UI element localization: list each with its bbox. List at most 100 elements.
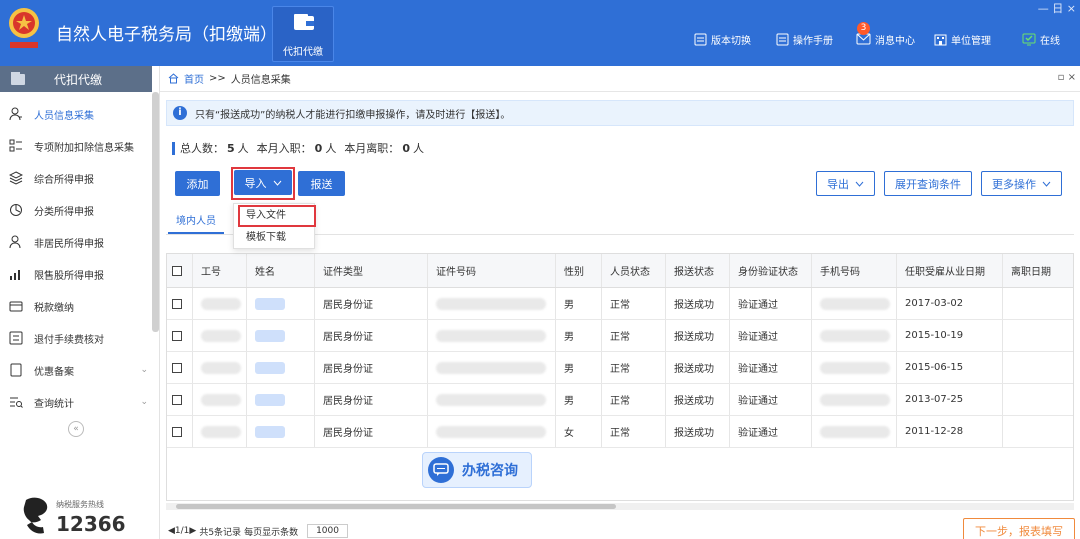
app-title: 自然人电子税务局（扣缴端） (56, 25, 277, 45)
sidebar-item-fee-refund[interactable]: 退付手续费核对 (0, 322, 152, 354)
sidebar-item-label: 专项附加扣除信息采集 (34, 142, 134, 154)
id-type-cell: 居民身份证 (315, 352, 428, 383)
personnel-table: 工号 姓名 证件类型 证件号码 性别 人员状态 报送状态 身份验证状态 手机号码… (166, 253, 1074, 501)
sidebar-item-label: 非居民所得申报 (34, 238, 104, 250)
toolbar-manual-label: 操作手册 (793, 35, 833, 47)
more-actions-button[interactable]: 更多操作 (981, 171, 1062, 196)
leave-date-cell (1003, 288, 1073, 319)
stats-accent-bar (172, 141, 175, 155)
row-checkbox[interactable] (172, 426, 182, 437)
column-header[interactable]: 身份验证状态 (730, 254, 812, 287)
person-status-cell: 正常 (602, 384, 666, 415)
breadcrumb-current: 人员信息采集 (230, 75, 291, 86)
redacted-employee-id (201, 329, 241, 342)
table-row[interactable]: 居民身份证 男 正常 报送成功 验证通过 2015-06-15 (167, 352, 1073, 384)
table-row[interactable]: 居民身份证 男 正常 报送成功 验证通过 2013-07-25 (167, 384, 1073, 416)
row-checkbox[interactable] (172, 362, 182, 373)
toolbar-online-status[interactable]: 在线 (1022, 31, 1060, 47)
redacted-employee-id (201, 393, 241, 406)
query-icon (10, 397, 23, 408)
row-select-cell (167, 416, 193, 447)
table-row[interactable]: 居民身份证 男 正常 报送成功 验证通过 2017-03-02 (167, 288, 1073, 320)
sidebar-item-comprehensive-income[interactable]: 综合所得申报 (0, 162, 152, 194)
phone-cell (812, 288, 897, 319)
sidebar-collapse-button[interactable]: « (68, 421, 84, 437)
next-step-button[interactable]: 下一步，报表填写 (963, 518, 1075, 539)
expand-query-button[interactable]: 展开查询条件 (884, 171, 972, 196)
tab-domestic-personnel[interactable]: 境内人员 (168, 212, 224, 234)
name-cell[interactable] (247, 352, 315, 383)
sidebar-item-preferential-filing[interactable]: 优惠备案 ⌄ (0, 354, 152, 386)
column-header[interactable]: 工号 (193, 254, 247, 287)
column-header[interactable]: 姓名 (247, 254, 315, 287)
submit-button[interactable]: 报送 (298, 171, 345, 196)
sidebar-item-personnel-info[interactable]: 人员信息采集 (0, 98, 152, 130)
row-checkbox[interactable] (172, 394, 182, 405)
toolbar-version-switch[interactable]: 版本切换 (694, 31, 751, 47)
sidebar-scrollbar[interactable] (152, 92, 159, 332)
column-header[interactable]: 性别 (556, 254, 602, 287)
module-button-withholding[interactable]: 代扣代缴 (272, 6, 334, 62)
column-header[interactable]: 证件号码 (428, 254, 556, 287)
sidebar-item-label: 综合所得申报 (34, 174, 94, 186)
row-checkbox[interactable] (172, 330, 182, 341)
leave-date-cell (1003, 416, 1073, 447)
sidebar-item-classified-income[interactable]: 分类所得申报 (0, 194, 152, 226)
hire-date-cell: 2017-03-02 (897, 288, 1003, 319)
id-type-cell: 居民身份证 (315, 288, 428, 319)
tax-consultation-button[interactable]: 办税咨询 (422, 452, 532, 488)
id-number-cell (428, 384, 556, 415)
table-header: 工号 姓名 证件类型 证件号码 性别 人员状态 报送状态 身份验证状态 手机号码… (167, 254, 1073, 288)
redacted-phone (820, 297, 890, 310)
select-all-checkbox[interactable] (172, 265, 182, 276)
export-button[interactable]: 导出 (816, 171, 875, 196)
page-size-select[interactable]: 1000 (307, 524, 348, 538)
column-header[interactable]: 离职日期 (1003, 254, 1073, 287)
withholding-icon (294, 14, 314, 30)
add-button[interactable]: 添加 (175, 171, 220, 196)
name-cell[interactable] (247, 288, 315, 319)
gender-cell: 女 (556, 416, 602, 447)
sidebar-item-query-statistics[interactable]: 查询统计 ⌄ (0, 386, 152, 418)
import-dropdown-menu: 导入文件 模板下载 (233, 203, 316, 249)
import-button-label: 导入 (244, 176, 267, 190)
page-nav[interactable]: ◀1/1▶ (168, 526, 196, 536)
import-button[interactable]: 导入 (234, 170, 292, 195)
column-header[interactable]: 人员状态 (602, 254, 666, 287)
leave-date-cell (1003, 384, 1073, 415)
window-controls[interactable]: — 日 × (1038, 0, 1076, 16)
menu-item-template-download[interactable]: 模板下载 (234, 228, 314, 248)
table-row[interactable]: 居民身份证 女 正常 报送成功 验证通过 2011-12-28 (167, 416, 1073, 448)
sidebar-item-tax-payment[interactable]: 税款缴纳 (0, 290, 152, 322)
record-summary: 共5条记录 (199, 527, 242, 538)
sidebar-item-restricted-shares[interactable]: 限售股所得申报 (0, 258, 152, 290)
employee-id-cell (193, 320, 247, 351)
breadcrumb-separator: >> (209, 73, 226, 84)
toolbar-manual[interactable]: 操作手册 (776, 31, 833, 47)
submit-status-cell: 报送成功 (666, 384, 730, 415)
scrollbar-thumb[interactable] (176, 504, 616, 509)
stats-left-label: 本月离职： (344, 142, 400, 155)
table-row[interactable]: 居民身份证 男 正常 报送成功 验证通过 2015-10-19 (167, 320, 1073, 352)
column-header[interactable]: 报送状态 (666, 254, 730, 287)
name-cell[interactable] (247, 416, 315, 447)
column-header[interactable]: 证件类型 (315, 254, 428, 287)
name-cell[interactable] (247, 320, 315, 351)
column-header[interactable]: 任职受雇从业日期 (897, 254, 1003, 287)
row-checkbox[interactable] (172, 298, 182, 309)
hire-date-cell: 2015-06-15 (897, 352, 1003, 383)
redacted-id-number (436, 425, 546, 438)
page-window-controls[interactable]: ▫ × (1058, 72, 1076, 83)
toolbar-online-label: 在线 (1040, 35, 1060, 47)
sidebar-item-nonresident-income[interactable]: 非居民所得申报 (0, 226, 152, 258)
breadcrumb-home-link[interactable]: 首页 (184, 71, 204, 86)
sidebar-item-special-deduction[interactable]: 专项附加扣除信息采集 (0, 130, 152, 162)
sidebar-item-label: 分类所得申报 (34, 206, 94, 218)
toolbar-company-management[interactable]: 单位管理 (934, 31, 991, 47)
info-icon: i (173, 106, 187, 120)
column-header[interactable]: 手机号码 (812, 254, 897, 287)
name-cell[interactable] (247, 384, 315, 415)
table-horizontal-scrollbar[interactable] (166, 503, 1074, 510)
chevron-down-icon: ⌄ (140, 397, 148, 407)
sidebar-item-label: 人员信息采集 (34, 110, 94, 122)
